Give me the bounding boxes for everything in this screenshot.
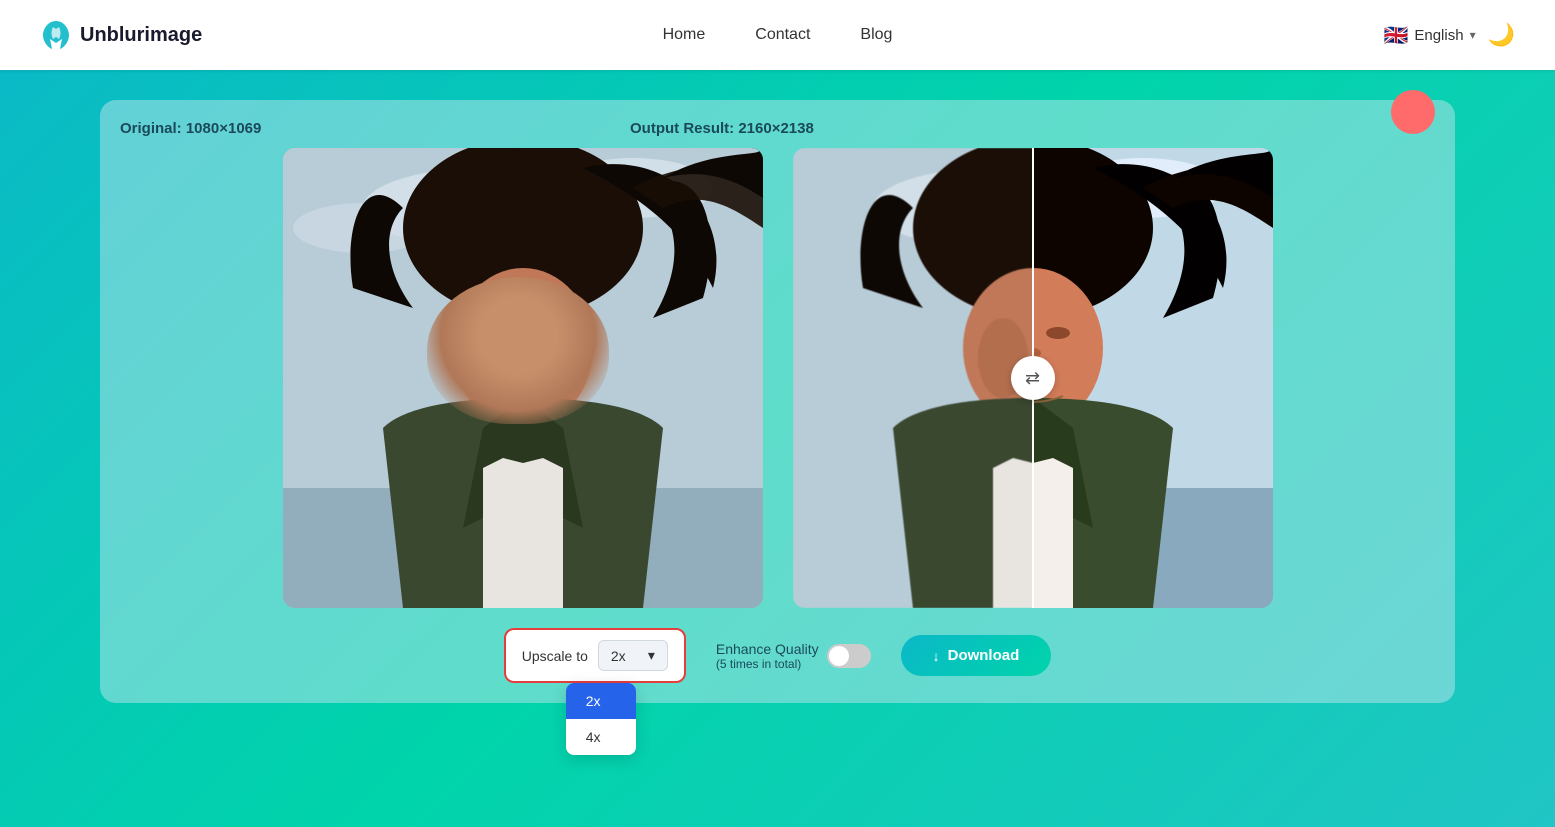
chevron-down-icon: ▾: [1470, 28, 1476, 42]
enhance-toggle[interactable]: [827, 644, 871, 668]
logo[interactable]: Unblurimage: [40, 19, 202, 51]
download-button[interactable]: ↓ Download: [901, 635, 1052, 676]
original-image-panel: [283, 148, 763, 608]
nav-contact[interactable]: Contact: [755, 22, 810, 48]
output-image-panel: ⇄: [793, 148, 1273, 608]
original-photo: [283, 148, 763, 608]
dropdown-option-2x[interactable]: 2x: [566, 683, 636, 719]
main-content: Original: 1080×1069 Output Result: 2160×…: [0, 70, 1555, 733]
header: Unblurimage Home Contact Blog 🇬🇧 English…: [0, 0, 1555, 70]
enhance-label: Enhance Quality: [716, 641, 819, 657]
nav-home[interactable]: Home: [663, 22, 706, 48]
output-label: Output Result: 2160×2138: [630, 120, 814, 137]
download-icon: ↓: [933, 648, 940, 664]
upscale-value: 2x: [611, 648, 626, 664]
enhance-quality-group: Enhance Quality (5 times in total): [716, 641, 871, 671]
comparison-panel: ⇄: [793, 148, 1273, 608]
enhance-labels: Enhance Quality (5 times in total): [716, 641, 819, 671]
original-label-area: Original: 1080×1069: [120, 120, 600, 138]
panels-wrapper: Original: 1080×1069 Output Result: 2160×…: [100, 100, 1455, 703]
comparison-left-half: [793, 148, 1033, 608]
upscale-dropdown: 2x 4x: [566, 683, 636, 755]
comparison-right-half: [1033, 148, 1273, 608]
enhance-sublabel: (5 times in total): [716, 657, 819, 671]
original-image-wrapper: [283, 148, 763, 608]
navigation: Home Contact Blog: [663, 22, 893, 48]
theme-toggle-button[interactable]: 🌙: [1488, 22, 1515, 48]
output-label-area: Output Result: 2160×2138: [630, 120, 1435, 138]
flag-icon: 🇬🇧: [1383, 23, 1408, 48]
dropdown-option-4x[interactable]: 4x: [566, 719, 636, 755]
coral-decoration: [1391, 90, 1435, 134]
upscale-label: Upscale to: [522, 648, 588, 664]
upscale-chevron: ▾: [648, 647, 655, 664]
original-label: Original: 1080×1069: [120, 120, 261, 137]
upscale-select[interactable]: 2x ▾: [598, 640, 668, 671]
upscale-group: Upscale to 2x ▾ 2x 4x: [504, 628, 686, 683]
download-label: Download: [948, 647, 1020, 664]
logo-text: Unblurimage: [80, 24, 202, 47]
language-selector[interactable]: 🇬🇧 English ▾: [1383, 23, 1475, 48]
panel-labels: Original: 1080×1069 Output Result: 2160×…: [120, 120, 1435, 138]
nav-blog[interactable]: Blog: [860, 22, 892, 48]
swap-button[interactable]: ⇄: [1011, 356, 1055, 400]
logo-icon: [40, 19, 72, 51]
header-right: 🇬🇧 English ▾ 🌙: [1383, 22, 1515, 48]
language-label: English: [1414, 27, 1463, 44]
controls-area: Upscale to 2x ▾ 2x 4x Enhance Quality (5…: [120, 628, 1435, 683]
image-panels: ⇄: [120, 148, 1435, 608]
